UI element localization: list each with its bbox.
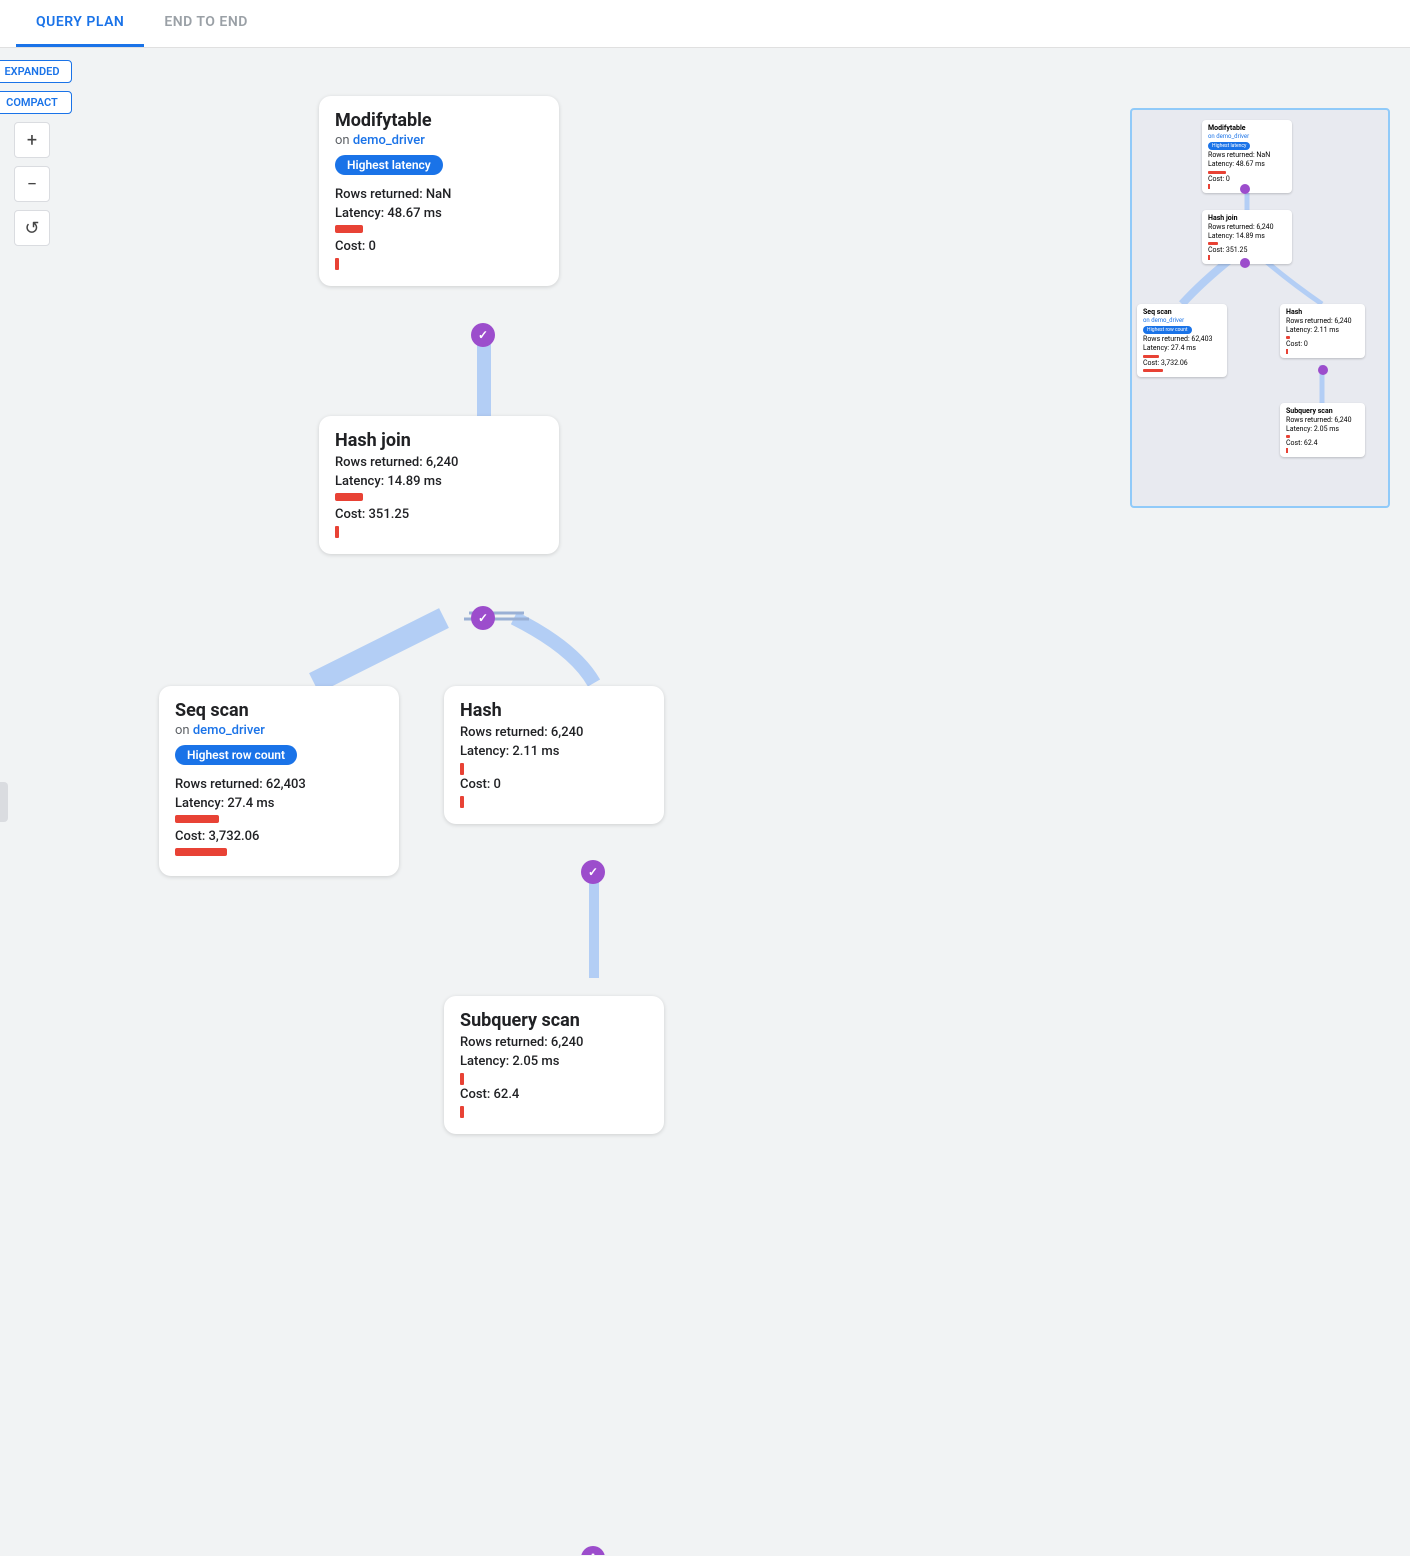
minimap: Modifytable on demo_driver Highest laten… xyxy=(1130,108,1390,508)
seqscan-badge: Highest row count xyxy=(175,745,297,765)
modifytable-cost-bar xyxy=(335,258,339,270)
query-plan-canvas: Modifytable on demo_driver Highest laten… xyxy=(64,48,1410,1555)
modifytable-badge: Highest latency xyxy=(335,155,443,175)
hash-rows: Rows returned: 6,240 xyxy=(460,725,648,740)
tab-query-plan[interactable]: QUERY PLAN xyxy=(16,0,144,47)
modifytable-cost: Cost: 0 xyxy=(335,239,543,254)
hashjoin-cost-bar xyxy=(335,526,339,538)
modifytable-subtitle: on demo_driver xyxy=(335,133,543,148)
hashjoin-title: Hash join xyxy=(335,430,543,451)
subquery-cost-bar xyxy=(460,1106,464,1118)
hash-latency-bar xyxy=(460,763,464,775)
seqscan-latency-bar xyxy=(175,815,219,823)
hash-cost: Cost: 0 xyxy=(460,777,648,792)
connector-circle-subquery-bottom xyxy=(581,1546,605,1555)
hash-latency: Latency: 2.11 ms xyxy=(460,744,648,759)
subquery-latency-bar xyxy=(460,1073,464,1085)
hashjoin-rows: Rows returned: 6,240 xyxy=(335,455,543,470)
node-subquery-scan[interactable]: Subquery scan Rows returned: 6,240 Laten… xyxy=(444,996,664,1134)
node-seq-scan[interactable]: Seq scan on demo_driver Highest row coun… xyxy=(159,686,399,876)
reset-button[interactable]: ↺ xyxy=(14,210,50,246)
main-area: EXPANDED COMPACT + − ↺ xyxy=(0,48,1410,1555)
minimap-hash: Hash Rows returned: 6,240 Latency: 2.11 … xyxy=(1280,304,1365,358)
zoom-out-button[interactable]: − xyxy=(14,166,50,202)
connector-circle-hash xyxy=(581,860,605,884)
modifytable-title: Modifytable xyxy=(335,110,543,131)
seqscan-cost: Cost: 3,732.06 xyxy=(175,829,383,844)
modifytable-rows: Rows returned: NaN xyxy=(335,187,543,202)
modifytable-latency-bar xyxy=(335,225,363,233)
hash-cost-bar xyxy=(460,796,464,808)
subquery-latency: Latency: 2.05 ms xyxy=(460,1054,648,1069)
seqscan-cost-bar xyxy=(175,848,227,856)
subquery-cost: Cost: 62.4 xyxy=(460,1087,648,1102)
zoom-in-button[interactable]: + xyxy=(14,122,50,158)
left-toolbar: EXPANDED COMPACT + − ↺ xyxy=(0,48,64,1555)
subquery-title: Subquery scan xyxy=(460,1010,648,1031)
compact-button[interactable]: COMPACT xyxy=(0,91,72,114)
connector-circle-modifytable xyxy=(471,323,495,347)
tab-end-to-end[interactable]: END TO END xyxy=(144,0,268,47)
expanded-button[interactable]: EXPANDED xyxy=(0,60,72,83)
seqscan-latency: Latency: 27.4 ms xyxy=(175,796,383,811)
subquery-rows: Rows returned: 6,240 xyxy=(460,1035,648,1050)
node-modifytable[interactable]: Modifytable on demo_driver Highest laten… xyxy=(319,96,559,286)
seqscan-subtitle: on demo_driver xyxy=(175,723,383,738)
hash-title: Hash xyxy=(460,700,648,721)
minimap-seqscan: Seq scan on demo_driver Highest row coun… xyxy=(1137,304,1227,377)
minimap-subquery: Subquery scan Rows returned: 6,240 Laten… xyxy=(1280,403,1365,457)
seqscan-title: Seq scan xyxy=(175,700,383,721)
hashjoin-latency-bar xyxy=(335,493,363,501)
minimap-dot-1 xyxy=(1240,184,1250,194)
node-hash-join[interactable]: Hash join Rows returned: 6,240 Latency: … xyxy=(319,416,559,554)
hashjoin-latency: Latency: 14.89 ms xyxy=(335,474,543,489)
hashjoin-cost: Cost: 351.25 xyxy=(335,507,543,522)
connector-circle-hashjoin xyxy=(471,606,495,630)
seqscan-rows: Rows returned: 62,403 xyxy=(175,777,383,792)
modifytable-latency: Latency: 48.67 ms xyxy=(335,206,543,221)
minimap-hashjoin: Hash join Rows returned: 6,240 Latency: … xyxy=(1202,210,1292,264)
node-hash[interactable]: Hash Rows returned: 6,240 Latency: 2.11 … xyxy=(444,686,664,824)
minimap-dot-2 xyxy=(1240,258,1250,268)
minimap-dot-3 xyxy=(1318,365,1328,375)
tabs-bar: QUERY PLAN END TO END xyxy=(0,0,1410,48)
minimap-modifytable: Modifytable on demo_driver Highest laten… xyxy=(1202,120,1292,193)
